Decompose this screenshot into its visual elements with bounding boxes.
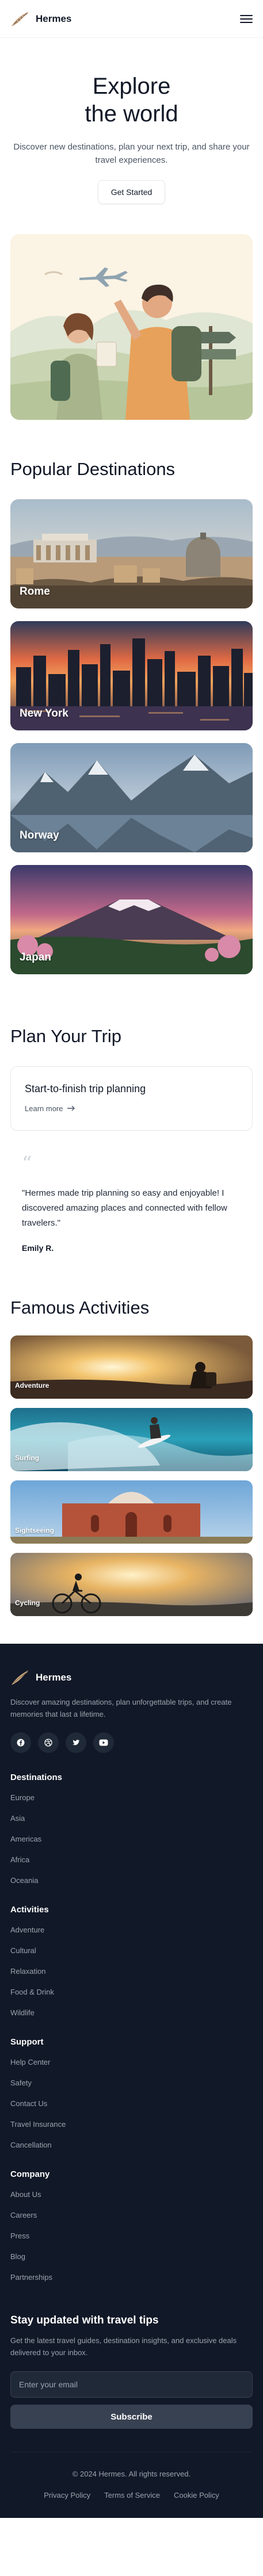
- activity-label: Surfing: [15, 1454, 39, 1463]
- footer-link[interactable]: Americas: [10, 1834, 253, 1844]
- footer-link[interactable]: Safety: [10, 2078, 253, 2088]
- footer-group-destinations: Destinations Europe Asia Americas Africa…: [10, 1773, 253, 1885]
- footer-group-support: Support Help Center Safety Contact Us Tr…: [10, 2037, 253, 2150]
- destinations-title: Popular Destinations: [10, 458, 176, 479]
- brand-name: Hermes: [36, 13, 72, 24]
- footer-link[interactable]: Press: [10, 2231, 253, 2241]
- popular-destinations-section: Popular Destinations Rome New York Norwa…: [0, 459, 263, 974]
- facebook-icon[interactable]: [10, 1732, 31, 1753]
- hamburger-menu-icon[interactable]: [240, 14, 253, 24]
- footer-group-title: Destinations: [10, 1772, 63, 1782]
- destination-card-rome[interactable]: Rome: [10, 499, 253, 608]
- activity-card-surfing[interactable]: Surfing: [10, 1408, 253, 1472]
- activity-card-adventure[interactable]: Adventure: [10, 1335, 253, 1399]
- footer-link[interactable]: Contact Us: [10, 2099, 253, 2108]
- testimonial-author: Emily R.: [22, 1243, 54, 1253]
- activity-label: Cycling: [15, 1599, 40, 1607]
- footer-group-title: Activities: [10, 1904, 49, 1915]
- hero-subtitle: Discover new destinations, plan your nex…: [13, 142, 250, 166]
- newsletter-text: Get the latest travel guides, destinatio…: [10, 2336, 237, 2357]
- testimonial: “ "Hermes made trip planning so easy and…: [10, 1154, 253, 1253]
- destination-label: Rome: [20, 585, 50, 598]
- activity-label: Adventure: [15, 1381, 49, 1390]
- arrow-right-icon: [67, 1105, 75, 1111]
- quote-icon: “: [22, 1151, 32, 1175]
- twitter-icon[interactable]: [66, 1732, 86, 1753]
- footer-link[interactable]: Cultural: [10, 1946, 253, 1955]
- site-header: Hermes: [0, 0, 263, 38]
- activity-card-sightseeing[interactable]: Sightseeing: [10, 1480, 253, 1544]
- brand[interactable]: Hermes: [10, 10, 71, 28]
- footer-link[interactable]: Relaxation: [10, 1966, 253, 1976]
- privacy-policy-link[interactable]: Privacy Policy: [44, 2491, 90, 2500]
- footer-group-title: Company: [10, 2169, 50, 2179]
- feather-icon: [12, 1670, 29, 1686]
- footer-link[interactable]: Help Center: [10, 2057, 253, 2067]
- footer-link[interactable]: Careers: [10, 2210, 253, 2220]
- testimonial-text: "Hermes made trip planning so easy and e…: [22, 1188, 227, 1228]
- footer-link[interactable]: Partnerships: [10, 2272, 253, 2282]
- activity-label: Sightseeing: [15, 1526, 55, 1535]
- footer-link[interactable]: Travel Insurance: [10, 2119, 253, 2129]
- copyright: © 2024 Hermes. All rights reserved.: [72, 2470, 191, 2479]
- destination-label: Norway: [20, 829, 59, 841]
- footer-brand-name: Hermes: [36, 1672, 72, 1683]
- hero-title: Explore the world: [13, 72, 250, 128]
- hero-title-line1: Explore: [92, 74, 171, 99]
- footer-link[interactable]: Blog: [10, 2252, 253, 2261]
- footer-link[interactable]: Adventure: [10, 1925, 253, 1935]
- footer-link[interactable]: About Us: [10, 2190, 253, 2199]
- learn-more-link[interactable]: Learn more: [25, 1104, 75, 1113]
- cookie-policy-link[interactable]: Cookie Policy: [174, 2491, 219, 2500]
- footer-link[interactable]: Oceania: [10, 1875, 253, 1885]
- plan-card-title: Start-to-finish trip planning: [25, 1082, 146, 1094]
- plan-title: Plan Your Trip: [10, 1025, 122, 1046]
- footer-link[interactable]: Europe: [10, 1793, 253, 1802]
- dribbble-icon[interactable]: [38, 1732, 59, 1753]
- terms-of-service-link[interactable]: Terms of Service: [104, 2491, 160, 2500]
- legal-links: Privacy Policy Terms of Service Cookie P…: [10, 2491, 253, 2500]
- activity-card-cycling[interactable]: Cycling: [10, 1553, 253, 1617]
- footer-link[interactable]: Wildlife: [10, 2008, 253, 2018]
- destination-card-new-york[interactable]: New York: [10, 621, 253, 730]
- destination-card-japan[interactable]: Japan: [10, 864, 253, 974]
- footer-link[interactable]: Africa: [10, 1855, 253, 1865]
- newsletter: Stay updated with travel tips Get the la…: [10, 2314, 253, 2429]
- hero-title-line2: the world: [85, 101, 178, 127]
- famous-activities-section: Famous Activities Adventure Surfing Sigh…: [0, 1297, 263, 1617]
- activities-title: Famous Activities: [10, 1297, 150, 1318]
- feather-icon: [12, 11, 29, 26]
- destination-label: Japan: [20, 951, 51, 963]
- get-started-button[interactable]: Get Started: [97, 179, 166, 204]
- footer-group-activities: Activities Adventure Cultural Relaxation…: [10, 1905, 253, 2018]
- social-links: [10, 1732, 253, 1753]
- footer-brand[interactable]: Hermes: [10, 1669, 253, 1686]
- site-footer: Hermes Discover amazing destinations, pl…: [0, 1644, 263, 2518]
- footer-group-company: Company About Us Careers Press Blog Part…: [10, 2169, 253, 2282]
- footer-link[interactable]: Asia: [10, 1813, 253, 1823]
- youtube-icon[interactable]: [93, 1732, 114, 1753]
- newsletter-title: Stay updated with travel tips: [10, 2314, 159, 2326]
- footer-description: Discover amazing destinations, plan unfo…: [10, 1698, 232, 1719]
- email-field[interactable]: [10, 2371, 253, 2398]
- travelers-illustration: [10, 234, 253, 420]
- footer-link[interactable]: Food & Drink: [10, 1987, 253, 1997]
- destination-card-norway[interactable]: Norway: [10, 742, 253, 852]
- plan-your-trip-section: Plan Your Trip Start-to-finish trip plan…: [0, 1026, 263, 1253]
- footer-group-title: Support: [10, 2037, 44, 2047]
- hero-section: Explore the world Discover new destinati…: [0, 38, 263, 204]
- subscribe-button[interactable]: Subscribe: [10, 2405, 253, 2429]
- trip-planning-card: Start-to-finish trip planning Learn more: [10, 1066, 253, 1131]
- footer-link[interactable]: Cancellation: [10, 2140, 253, 2150]
- learn-more-label: Learn more: [25, 1104, 63, 1113]
- destination-label: New York: [20, 707, 68, 719]
